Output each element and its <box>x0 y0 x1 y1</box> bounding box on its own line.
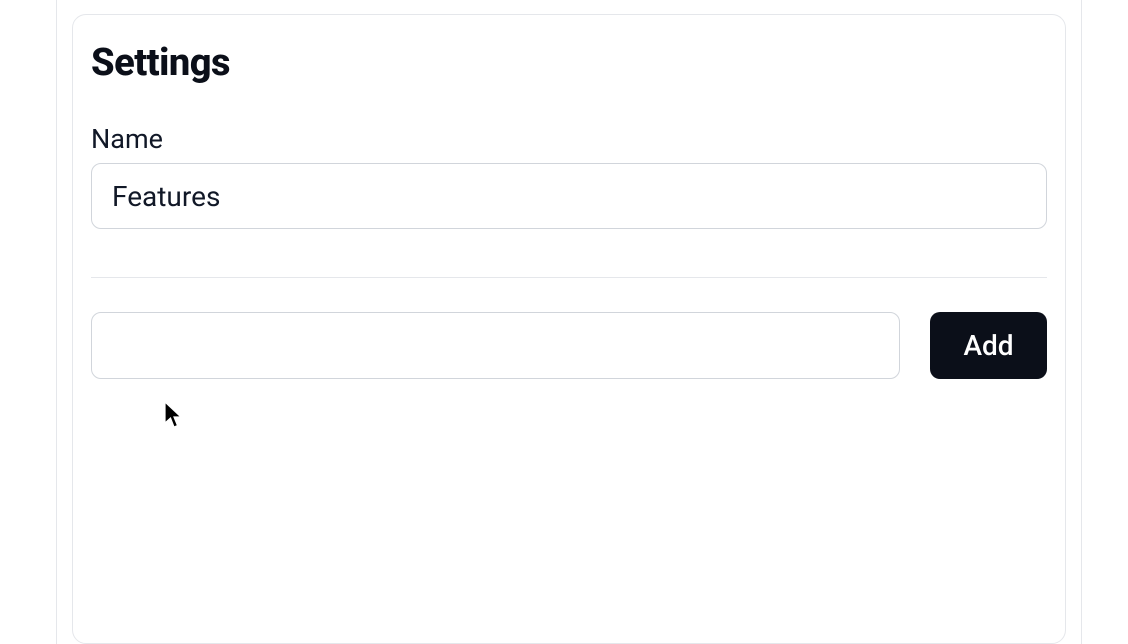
name-field-label: Name <box>91 123 1047 155</box>
settings-panel: Settings Name Add <box>72 14 1066 644</box>
settings-title: Settings <box>91 41 1047 85</box>
divider <box>91 277 1047 278</box>
name-input[interactable] <box>91 163 1047 229</box>
add-button[interactable]: Add <box>930 312 1047 379</box>
name-field-group: Name <box>91 123 1047 229</box>
add-row: Add <box>91 312 1047 379</box>
add-item-input[interactable] <box>91 312 900 379</box>
